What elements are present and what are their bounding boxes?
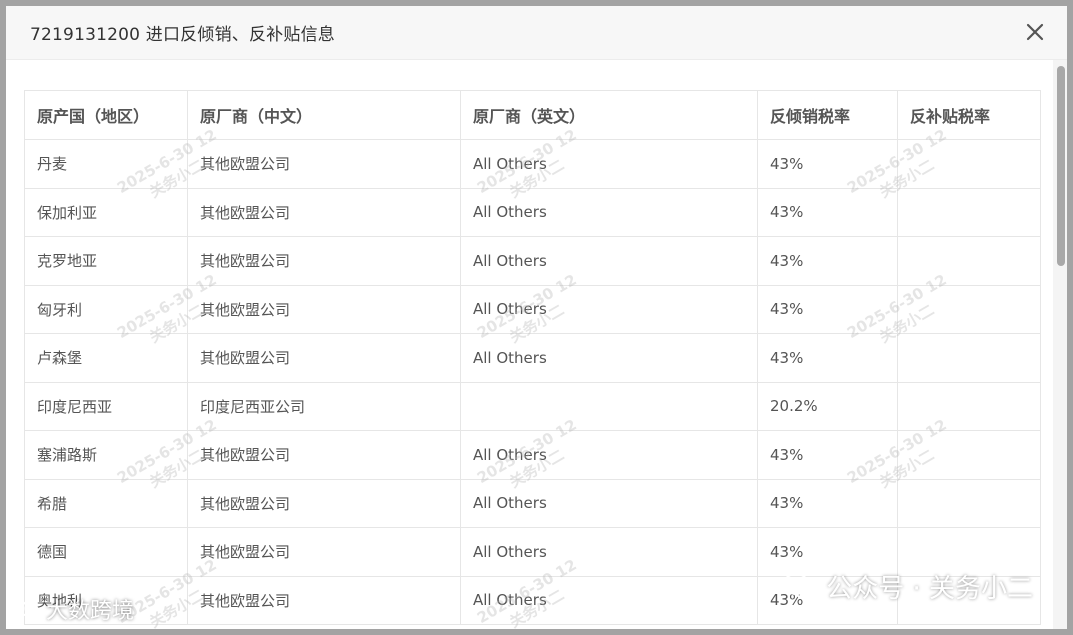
cell-countervailing bbox=[897, 236, 1041, 286]
cell-maker-cn: 其他欧盟公司 bbox=[187, 284, 461, 334]
cell-maker-cn: 其他欧盟公司 bbox=[187, 187, 461, 237]
cell-country: 希腊 bbox=[24, 478, 188, 528]
cell-countervailing bbox=[897, 381, 1041, 431]
corner-watermark: 大数跨境 bbox=[16, 593, 134, 625]
dialog-window: 7219131200 进口反倾销、反补贴信息 原产国（地区） 原厂商（中文） 原… bbox=[0, 0, 1073, 635]
cell-maker-en: All Others bbox=[460, 236, 758, 286]
dialog-body: 原产国（地区） 原厂商（中文） 原厂商（英文） 反倾销税率 反补贴税率 丹麦 其… bbox=[6, 60, 1055, 629]
cell-maker-en: All Others bbox=[460, 478, 758, 528]
scrollbar-thumb[interactable] bbox=[1057, 66, 1065, 266]
wechat-brand-overlay: 公众号 · 关务小二 bbox=[782, 568, 1033, 605]
cell-country: 印度尼西亚 bbox=[24, 381, 188, 431]
cell-maker-cn: 其他欧盟公司 bbox=[187, 575, 461, 625]
table-row: 保加利亚 其他欧盟公司 All Others 43% bbox=[24, 187, 1041, 237]
cell-maker-cn: 其他欧盟公司 bbox=[187, 430, 461, 480]
brand-logo-icon bbox=[18, 600, 42, 618]
cell-antidumping: 43% bbox=[757, 333, 898, 383]
table-row: 丹麦 其他欧盟公司 All Others 43% bbox=[24, 139, 1041, 189]
dialog-header: 7219131200 进口反倾销、反补贴信息 bbox=[6, 6, 1067, 60]
cell-maker-en: All Others bbox=[460, 284, 758, 334]
col-maker-cn: 原厂商（中文） bbox=[187, 90, 461, 140]
cell-country: 匈牙利 bbox=[24, 284, 188, 334]
table-row: 卢森堡 其他欧盟公司 All Others 43% bbox=[24, 333, 1041, 383]
cell-maker-en: All Others bbox=[460, 187, 758, 237]
cell-antidumping: 43% bbox=[757, 236, 898, 286]
dialog-title: 7219131200 进口反倾销、反补贴信息 bbox=[30, 25, 335, 45]
table-row: 克罗地亚 其他欧盟公司 All Others 43% bbox=[24, 236, 1041, 286]
cell-maker-cn: 其他欧盟公司 bbox=[187, 236, 461, 286]
cell-countervailing bbox=[897, 478, 1041, 528]
cell-country: 克罗地亚 bbox=[24, 236, 188, 286]
cell-maker-en: All Others bbox=[460, 430, 758, 480]
cell-country: 保加利亚 bbox=[24, 187, 188, 237]
cell-countervailing bbox=[897, 430, 1041, 480]
cell-countervailing bbox=[897, 333, 1041, 383]
antidumping-table: 原产国（地区） 原厂商（中文） 原厂商（英文） 反倾销税率 反补贴税率 丹麦 其… bbox=[24, 90, 1041, 625]
table-header-row: 原产国（地区） 原厂商（中文） 原厂商（英文） 反倾销税率 反补贴税率 bbox=[24, 90, 1041, 140]
col-countervailing-rate: 反补贴税率 bbox=[897, 90, 1041, 140]
cell-maker-cn: 其他欧盟公司 bbox=[187, 527, 461, 577]
col-antidumping-rate: 反倾销税率 bbox=[757, 90, 898, 140]
cell-maker-en bbox=[460, 381, 758, 431]
cell-countervailing bbox=[897, 139, 1041, 189]
table-row: 塞浦路斯 其他欧盟公司 All Others 43% bbox=[24, 430, 1041, 480]
cell-maker-en: All Others bbox=[460, 527, 758, 577]
cell-maker-cn: 其他欧盟公司 bbox=[187, 333, 461, 383]
cell-country: 德国 bbox=[24, 527, 188, 577]
wechat-icon bbox=[783, 572, 818, 600]
cell-antidumping: 43% bbox=[757, 187, 898, 237]
brand-text: 公众号 · 关务小二 bbox=[826, 574, 1033, 604]
cell-maker-cn: 印度尼西亚公司 bbox=[187, 381, 461, 431]
cell-countervailing bbox=[897, 284, 1041, 334]
cell-maker-en: All Others bbox=[460, 139, 758, 189]
cell-country: 卢森堡 bbox=[24, 333, 188, 383]
cell-antidumping: 43% bbox=[757, 139, 898, 189]
col-origin-country: 原产国（地区） bbox=[24, 90, 188, 140]
cell-country: 丹麦 bbox=[24, 139, 188, 189]
table-row: 匈牙利 其他欧盟公司 All Others 43% bbox=[24, 284, 1041, 334]
corner-text: 大数跨境 bbox=[46, 599, 135, 624]
cell-antidumping: 43% bbox=[757, 430, 898, 480]
cell-antidumping: 20.2% bbox=[757, 381, 898, 431]
cell-maker-en: All Others bbox=[460, 333, 758, 383]
cell-antidumping: 43% bbox=[757, 478, 898, 528]
table-row: 印度尼西亚 印度尼西亚公司 20.2% bbox=[24, 381, 1041, 431]
cell-antidumping: 43% bbox=[757, 284, 898, 334]
col-maker-en: 原厂商（英文） bbox=[460, 90, 758, 140]
cell-country: 塞浦路斯 bbox=[24, 430, 188, 480]
cell-countervailing bbox=[897, 187, 1041, 237]
close-button[interactable] bbox=[1023, 20, 1047, 44]
close-icon bbox=[1026, 23, 1044, 41]
table-row: 希腊 其他欧盟公司 All Others 43% bbox=[24, 478, 1041, 528]
cell-maker-cn: 其他欧盟公司 bbox=[187, 478, 461, 528]
cell-maker-en: All Others bbox=[460, 575, 758, 625]
cell-maker-cn: 其他欧盟公司 bbox=[187, 139, 461, 189]
